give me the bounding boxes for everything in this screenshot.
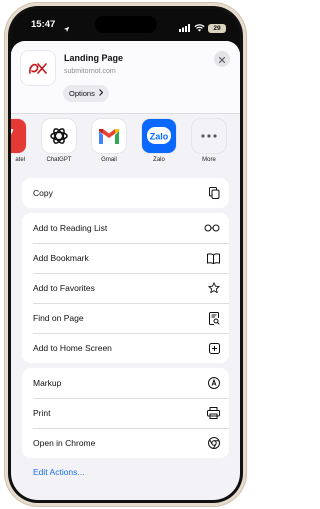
action-open-in-chrome[interactable]: Open in Chrome bbox=[22, 428, 229, 458]
location-icon bbox=[63, 20, 70, 38]
glasses-icon bbox=[204, 224, 220, 232]
action-label: Add to Favorites bbox=[33, 283, 95, 293]
app-share-row: atel ChatGPT Gmail Zalo Zalo More bbox=[11, 113, 240, 170]
action-label: Find on Page bbox=[33, 313, 84, 323]
action-label: Add Bookmark bbox=[33, 253, 89, 263]
red-app-icon bbox=[11, 119, 26, 153]
app-zalo[interactable]: Zalo Zalo bbox=[139, 119, 179, 163]
action-print[interactable]: Print bbox=[22, 398, 229, 428]
zalo-icon: Zalo bbox=[142, 119, 176, 153]
chrome-icon bbox=[208, 437, 220, 449]
action-label: Add to Reading List bbox=[33, 223, 108, 233]
action-label: Copy bbox=[33, 188, 53, 198]
book-icon bbox=[207, 252, 220, 264]
page-actions-group: Add to Reading List Add Bookmark Add to … bbox=[22, 213, 229, 363]
app-gmail[interactable]: Gmail bbox=[89, 119, 129, 163]
gmail-icon bbox=[92, 119, 126, 153]
action-label: Print bbox=[33, 408, 51, 418]
printer-icon bbox=[207, 407, 220, 419]
action-add-to-home-screen[interactable]: Add to Home Screen bbox=[22, 333, 229, 363]
status-icons: 29 bbox=[179, 19, 226, 37]
page-url: submitornot.com bbox=[64, 68, 116, 75]
action-label: Add to Home Screen bbox=[33, 343, 112, 353]
svg-text:Zalo: Zalo bbox=[150, 132, 169, 142]
share-header: Landing Page submitornot.com Options bbox=[11, 41, 240, 113]
copy-group: Copy bbox=[22, 178, 229, 208]
app-more[interactable]: More bbox=[189, 119, 229, 163]
signal-icon bbox=[179, 19, 191, 37]
find-page-icon bbox=[209, 311, 220, 325]
close-icon bbox=[218, 50, 226, 68]
copy-icon bbox=[209, 187, 220, 199]
phone-frame: 15:47 29 Landing Page submitornot.com Op… bbox=[8, 6, 243, 503]
battery-indicator: 29 bbox=[208, 23, 226, 33]
chatgpt-icon bbox=[42, 119, 76, 153]
screen: 15:47 29 Landing Page submitornot.com Op… bbox=[11, 9, 240, 500]
tools-group: Markup Print Open in Chrome bbox=[22, 368, 229, 458]
site-logo bbox=[21, 51, 55, 85]
app-red[interactable]: atel bbox=[11, 119, 29, 163]
status-bar: 15:47 29 bbox=[11, 9, 240, 39]
close-button[interactable] bbox=[214, 51, 230, 67]
app-label: Gmail bbox=[101, 157, 117, 163]
action-label: Markup bbox=[33, 378, 62, 388]
app-chatgpt[interactable]: ChatGPT bbox=[39, 119, 79, 163]
options-label: Options bbox=[69, 89, 95, 98]
action-reading-list[interactable]: Add to Reading List bbox=[22, 213, 229, 243]
share-sheet: Landing Page submitornot.com Options ate… bbox=[11, 41, 240, 500]
status-time: 15:47 bbox=[31, 19, 56, 30]
markup-icon bbox=[208, 377, 220, 389]
page-title: Landing Page bbox=[64, 53, 124, 63]
star-icon bbox=[208, 282, 220, 294]
app-label: ChatGPT bbox=[46, 157, 72, 163]
app-label: More bbox=[202, 157, 216, 163]
chevron-right-icon bbox=[99, 89, 104, 98]
more-icon bbox=[192, 119, 226, 153]
action-favorites[interactable]: Add to Favorites bbox=[22, 273, 229, 303]
dynamic-island bbox=[95, 16, 157, 33]
plus-square-icon bbox=[209, 342, 220, 354]
action-copy[interactable]: Copy bbox=[22, 178, 229, 208]
action-find-on-page[interactable]: Find on Page bbox=[22, 303, 229, 333]
app-label: Zalo bbox=[153, 157, 165, 163]
action-bookmark[interactable]: Add Bookmark bbox=[22, 243, 229, 273]
action-label: Open in Chrome bbox=[33, 438, 96, 448]
app-label: atel bbox=[15, 157, 25, 163]
wifi-icon bbox=[194, 19, 205, 37]
edit-actions-link[interactable]: Edit Actions... bbox=[33, 467, 85, 477]
options-button[interactable]: Options bbox=[63, 85, 109, 102]
action-markup[interactable]: Markup bbox=[22, 368, 229, 398]
